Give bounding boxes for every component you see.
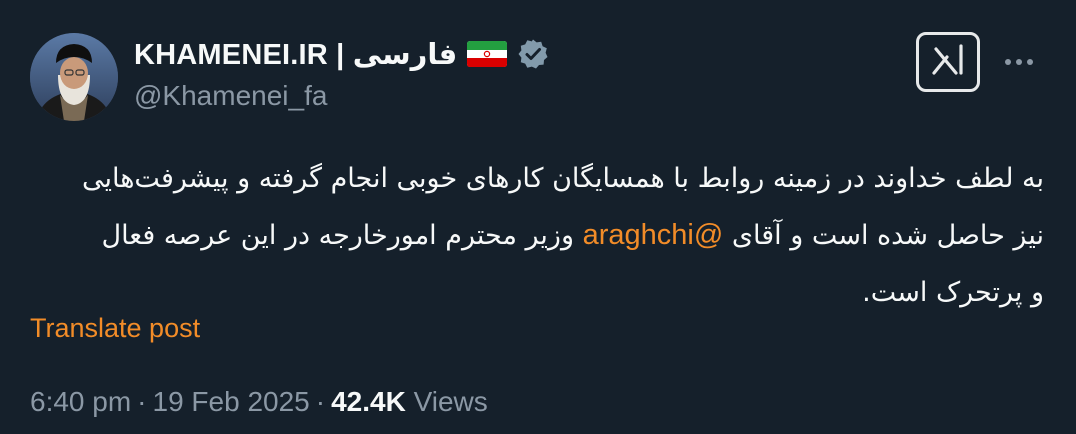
more-dots-icon: [1016, 59, 1022, 65]
views-label: Views: [413, 386, 488, 417]
avatar[interactable]: [30, 33, 118, 121]
display-name[interactable]: KHAMENEI.IR | فارسی: [134, 37, 457, 72]
author-name-row[interactable]: KHAMENEI.IR | فارسی: [134, 34, 549, 74]
post-card: KHAMENEI.IR | فارسی @Khamenei_fa به لطف …: [0, 0, 1076, 434]
mention-link[interactable]: @araghchi: [583, 219, 724, 251]
views-count[interactable]: 42.4K: [331, 386, 406, 417]
post-text-line-2-end: وزیر محترم امورخارجه در این عرصه فعال: [101, 220, 583, 251]
author-handle[interactable]: @Khamenei_fa: [134, 80, 327, 112]
more-dots-icon: [1027, 59, 1033, 65]
post-text-line-2-start: نیز حاصل شده است و آقای: [723, 220, 1044, 251]
more-dots-icon: [1005, 59, 1011, 65]
meta-separator: ·: [315, 386, 326, 417]
post-date[interactable]: 19 Feb 2025: [153, 386, 310, 417]
post-text-line-1: به لطف خداوند در زمینه روابط با همسایگان…: [81, 163, 1044, 194]
post-time[interactable]: 6:40 pm: [30, 386, 131, 417]
avatar-image: [30, 33, 118, 121]
iran-flag-icon: [467, 39, 508, 69]
post-meta: 6:40 pm · 19 Feb 2025 · 42.4K Views: [30, 386, 488, 418]
post-text: به لطف خداوند در زمینه روابط با همسایگان…: [40, 150, 1044, 321]
more-options-button[interactable]: [996, 42, 1042, 82]
translate-post-link[interactable]: Translate post: [30, 313, 200, 344]
grok-icon: [930, 43, 966, 82]
grok-button[interactable]: [916, 32, 980, 92]
meta-separator: ·: [137, 386, 147, 417]
post-text-line-2: نیز حاصل شده است و آقای @araghchi وزیر م…: [40, 207, 1044, 264]
verified-badge-icon[interactable]: [517, 38, 549, 70]
